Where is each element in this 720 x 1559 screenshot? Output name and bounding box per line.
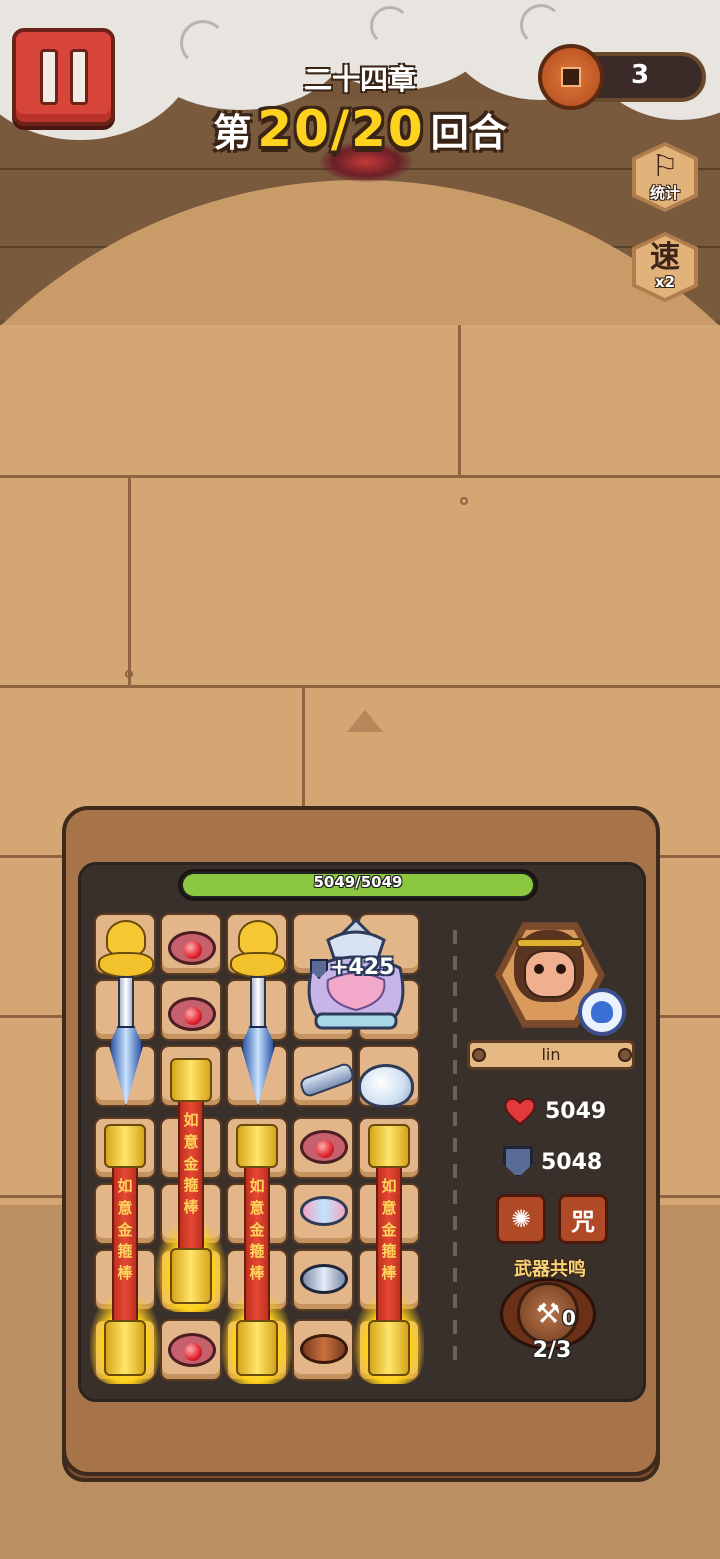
golden-headband (516, 938, 584, 948)
armor-bonus: +425 (330, 955, 395, 980)
plank-seam (0, 685, 720, 688)
staff-inscription: 如意金箍棒 (178, 1110, 204, 1219)
ruby-ring-item[interactable] (168, 997, 216, 1031)
staff-cap (104, 1320, 146, 1376)
staff-cap (236, 1320, 278, 1376)
ruby-ring-item[interactable] (168, 931, 216, 965)
staff-cap (170, 1058, 212, 1102)
staff-character: 棒 (249, 1264, 265, 1282)
staff-cap (368, 1124, 410, 1168)
staff-character: 如 (117, 1177, 133, 1195)
weapon-resonance-count: 0 (562, 1306, 576, 1330)
staff-inscription: 如意金箍棒 (376, 1176, 402, 1285)
ruby-ring-item[interactable] (300, 1130, 348, 1164)
nail (460, 497, 468, 505)
cloud-swirl (520, 4, 562, 46)
staff-character: 棒 (183, 1198, 199, 1216)
coin-count: 3 (630, 60, 650, 90)
hero-eye (556, 964, 566, 974)
staff-character: 意 (381, 1198, 397, 1217)
plank-joint (128, 475, 131, 685)
plank-seam (0, 475, 720, 478)
plank-joint (458, 325, 461, 475)
staff-cap (170, 1248, 212, 1304)
bolt-icon (618, 1048, 632, 1062)
crystal-bracelet-item[interactable] (300, 1196, 348, 1226)
ruby-ring-item[interactable] (168, 1333, 216, 1367)
staff-character: 如 (183, 1111, 199, 1129)
staff-cap (368, 1320, 410, 1376)
skill-glyph: ✺ (510, 1205, 532, 1233)
silver-bracelet-item[interactable] (300, 1264, 348, 1294)
staff-character: 棒 (381, 1264, 397, 1282)
staff-cap (104, 1124, 146, 1168)
staff-character: 箍 (183, 1176, 199, 1195)
staff-character: 意 (117, 1198, 133, 1217)
round-value: 20/20 (257, 100, 425, 158)
staff-character: 如 (381, 1177, 397, 1195)
square-hole-coin-icon (538, 44, 604, 110)
golden-staff-item[interactable]: 如意金箍棒 (222, 1124, 292, 1384)
staff-cap (236, 1124, 278, 1168)
cloud-swirl (370, 6, 410, 46)
round-counter: 第 20/20 回合 (0, 100, 720, 158)
staff-character: 金 (381, 1220, 397, 1239)
weapon-resonance-progress: 2/3 (532, 1338, 572, 1363)
shield-icon (503, 1146, 533, 1178)
speed-label: x2 (654, 273, 676, 291)
rage-face-icon[interactable]: ✺ (496, 1194, 546, 1244)
stats-button[interactable]: ⚐ 统计 (632, 142, 698, 212)
hero-health-stat: 5049 (503, 1096, 606, 1126)
speed-icon: 速 (650, 240, 680, 275)
hero-face (524, 950, 576, 998)
staff-character: 箍 (117, 1242, 133, 1261)
golden-dagger-item[interactable] (228, 918, 288, 1108)
golden-staff-item[interactable]: 如意金箍棒 (90, 1124, 160, 1384)
bolt-icon (472, 1048, 486, 1062)
stats-label: 统计 (649, 183, 680, 202)
speed-button[interactable]: 速 x2 (632, 232, 698, 302)
round-prefix: 第 (213, 111, 252, 155)
staff-inscription: 如意金箍棒 (244, 1176, 270, 1285)
expand-board-arrow-icon[interactable] (347, 710, 383, 732)
staff-character: 如 (249, 1177, 265, 1195)
staff-character: 意 (183, 1132, 199, 1151)
hero-eye (534, 964, 544, 974)
staff-character: 棒 (117, 1264, 133, 1282)
stats-icon: ⚐ (651, 148, 679, 184)
golden-staff-item[interactable]: 如意金箍棒 (354, 1124, 424, 1384)
copper-bracelet-item[interactable] (300, 1334, 348, 1364)
heart-icon (503, 1096, 537, 1126)
golden-staff-item[interactable]: 如意金箍棒 (156, 1058, 226, 1312)
hero-name: lin (541, 1045, 561, 1064)
curse-glyph-icon[interactable]: 咒 (558, 1194, 608, 1244)
skill-glyph: 咒 (571, 1207, 595, 1236)
staff-character: 金 (117, 1220, 133, 1239)
ghost-pet-icon[interactable] (578, 988, 626, 1036)
hero-armor-value: 5048 (541, 1149, 603, 1175)
cloud-glove-item[interactable] (358, 1064, 414, 1108)
staff-character: 金 (249, 1220, 265, 1239)
staff-character: 箍 (381, 1242, 397, 1261)
hero-hp-text: 5049/5049 (313, 873, 403, 891)
panel-divider (453, 930, 457, 1370)
round-suffix: 回合 (430, 111, 507, 155)
nail (125, 670, 133, 678)
staff-inscription: 如意金箍棒 (112, 1176, 138, 1285)
hero-name-plate: lin (467, 1040, 635, 1070)
staff-character: 金 (183, 1154, 199, 1173)
staff-character: 意 (249, 1198, 265, 1217)
hero-armor-stat: 5048 (503, 1146, 602, 1178)
hero-health-value: 5049 (545, 1098, 607, 1124)
staff-character: 箍 (249, 1242, 265, 1261)
golden-dagger-item[interactable] (96, 918, 156, 1108)
